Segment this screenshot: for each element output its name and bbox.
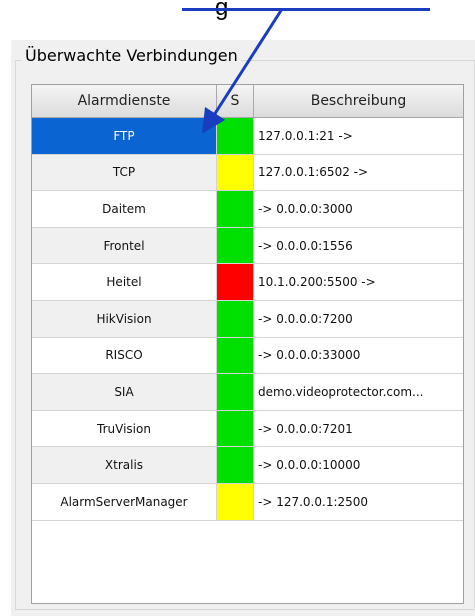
callout-label: g <box>215 0 228 22</box>
connection-description: 10.1.0.200:5500 -> <box>254 264 463 301</box>
connection-row-ftp[interactable]: FTP 127.0.0.1:21 -> <box>32 118 463 155</box>
callout-line <box>182 8 430 11</box>
connection-row-alarmservermanager[interactable]: AlarmServerManager -> 127.0.0.1:2500 <box>32 483 463 521</box>
alarm-service-name: HikVision <box>32 300 217 338</box>
column-header-description[interactable]: Beschreibung <box>254 85 463 118</box>
column-header-alarm-services[interactable]: Alarmdienste <box>32 85 217 118</box>
connection-row-risco[interactable]: RISCO -> 0.0.0.0:33000 <box>32 337 463 375</box>
status-indicator-green <box>217 300 254 338</box>
status-indicator-green <box>217 410 254 448</box>
connection-description: -> 0.0.0.0:3000 <box>254 191 463 228</box>
alarm-service-name: Frontel <box>32 227 217 265</box>
alarm-service-name: Xtralis <box>32 447 217 484</box>
connection-description: -> 0.0.0.0:7200 <box>254 301 463 338</box>
status-indicator-green <box>217 447 254 484</box>
connection-description: 127.0.0.1:21 -> <box>254 118 463 155</box>
connection-description: demo.videoprotector.com... <box>254 374 463 411</box>
alarm-service-name: FTP <box>32 118 217 155</box>
alarm-service-name: Daitem <box>32 191 217 228</box>
alarm-service-name: Heitel <box>32 264 217 301</box>
connection-row-truvision[interactable]: TruVision -> 0.0.0.0:7201 <box>32 410 463 448</box>
connection-row-heitel[interactable]: Heitel 10.1.0.200:5500 -> <box>32 264 463 301</box>
column-header-status[interactable]: S <box>217 85 254 118</box>
connection-row-sia[interactable]: SIA demo.videoprotector.com... <box>32 374 463 411</box>
connections-grid[interactable]: Alarmdienste S Beschreibung FTP 127.0.0.1… <box>31 84 464 604</box>
connection-description: -> 0.0.0.0:7201 <box>254 411 463 448</box>
status-indicator-yellow <box>217 483 254 521</box>
connection-row-xtralis[interactable]: Xtralis -> 0.0.0.0:10000 <box>32 447 463 484</box>
connection-row-tcp[interactable]: TCP 127.0.0.1:6502 -> <box>32 154 463 192</box>
status-indicator-green <box>217 374 254 411</box>
alarm-service-name: TruVision <box>32 410 217 448</box>
connection-description: -> 0.0.0.0:10000 <box>254 447 463 484</box>
connection-description: -> 127.0.0.1:2500 <box>254 484 463 521</box>
status-indicator-green <box>217 191 254 228</box>
status-indicator-green <box>217 337 254 375</box>
connection-row-daitem[interactable]: Daitem -> 0.0.0.0:3000 <box>32 191 463 228</box>
status-indicator-red <box>217 264 254 301</box>
connection-row-frontel[interactable]: Frontel -> 0.0.0.0:1556 <box>32 227 463 265</box>
status-indicator-green <box>217 227 254 265</box>
grid-rows: FTP 127.0.0.1:21 -> TCP 127.0.0.1:6502 -> Da… <box>32 118 463 521</box>
status-indicator-green <box>217 118 254 155</box>
alarm-service-name: TCP <box>32 154 217 192</box>
connection-description: 127.0.0.1:6502 -> <box>254 155 463 192</box>
alarm-service-name: RISCO <box>32 337 217 375</box>
connection-description: -> 0.0.0.0:33000 <box>254 338 463 375</box>
connection-row-hikvision[interactable]: HikVision -> 0.0.0.0:7200 <box>32 300 463 338</box>
connection-description: -> 0.0.0.0:1556 <box>254 228 463 265</box>
group-box-title: Überwachte Verbindungen <box>22 46 241 65</box>
alarm-service-name: SIA <box>32 374 217 411</box>
status-indicator-yellow <box>217 154 254 192</box>
alarm-service-name: AlarmServerManager <box>32 483 217 521</box>
